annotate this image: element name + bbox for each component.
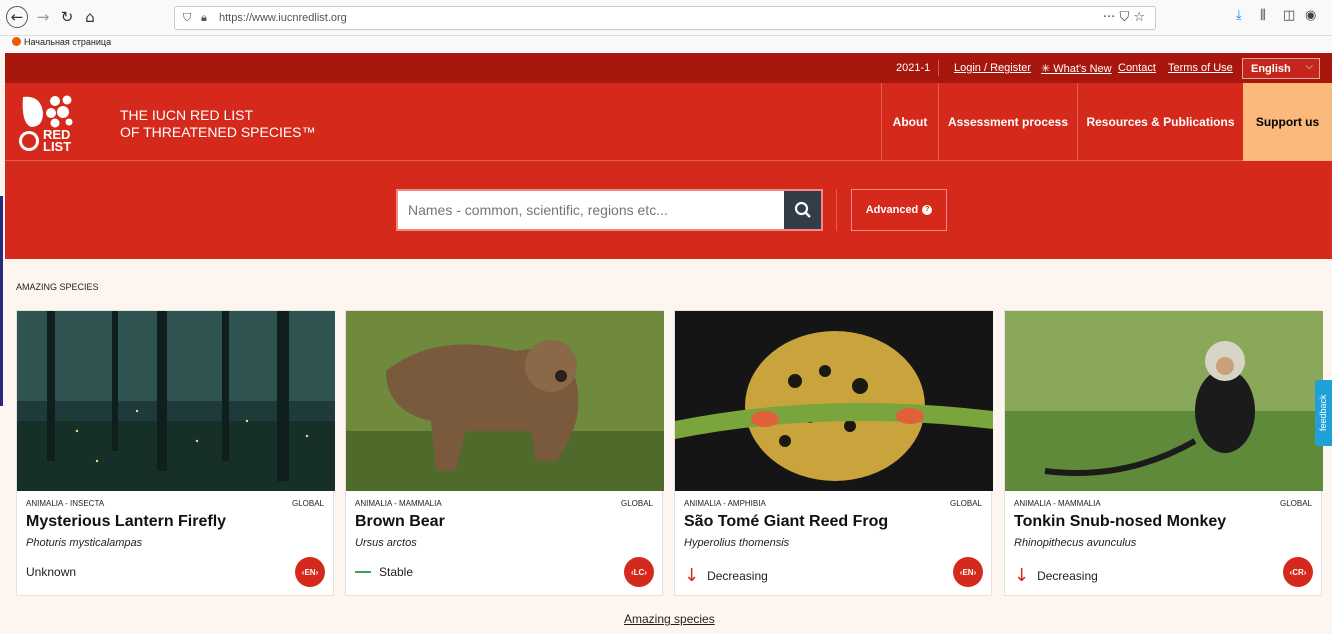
bookmark-home[interactable]: Начальная страница xyxy=(12,37,111,47)
population-trend: Unknown xyxy=(26,565,76,579)
nav-assessment-process[interactable]: Assessment process xyxy=(938,83,1077,161)
utility-bar: 2021-1 Login / Register ✳ What's New Con… xyxy=(5,53,1332,83)
decreasing-arrow-icon: ↓ xyxy=(684,565,700,586)
stable-trend-icon xyxy=(355,571,371,573)
divider xyxy=(836,189,837,231)
population-trend: Stable xyxy=(355,565,413,579)
decreasing-arrow-icon: ↓ xyxy=(1014,565,1030,586)
trend-label: Decreasing xyxy=(707,568,768,583)
taxonomy-row: ANIMALIA - AMPHIBIA GLOBAL xyxy=(684,499,982,508)
status-badge[interactable]: ‹ EN › xyxy=(953,557,983,587)
status-badge[interactable]: ‹ LC › xyxy=(624,557,654,587)
search-input[interactable] xyxy=(398,191,784,229)
url-bar[interactable]: ⛉ 🔒︎ https://www.iucnredlist.org ··· ⛉ ☆ xyxy=(174,6,1156,30)
common-name[interactable]: São Tomé Giant Reed Frog xyxy=(684,513,888,531)
taxonomy-row: ANIMALIA - MAMMALIA GLOBAL xyxy=(1014,499,1312,508)
amazing-species-link[interactable]: Amazing species xyxy=(624,612,715,626)
url-text: https://www.iucnredlist.org xyxy=(219,12,347,24)
search-button[interactable] xyxy=(784,191,821,229)
common-name[interactable]: Tonkin Snub-nosed Monkey xyxy=(1014,513,1226,531)
species-card-snub-nosed-monkey[interactable]: ANIMALIA - MAMMALIA GLOBAL Tonkin Snub-no… xyxy=(1004,310,1323,596)
taxonomy-row: ANIMALIA - INSECTA GLOBAL xyxy=(26,499,324,508)
page-edge-stripe xyxy=(0,196,3,406)
scientific-name: Ursus arctos xyxy=(355,537,417,549)
browser-toolbar: ← → ↻ ⌂ ⛉ 🔒︎ https://www.iucnredlist.org… xyxy=(0,0,1332,36)
home-icon[interactable]: ⌂ xyxy=(80,7,100,27)
scientific-name: Photuris mysticalampas xyxy=(26,537,143,549)
firefly-forest-photo xyxy=(17,311,335,491)
title-line-2: OF THREATENED SPECIES™ xyxy=(120,124,316,140)
advanced-label: Advanced xyxy=(865,204,919,216)
account-icon[interactable]: ◉ xyxy=(1305,8,1316,23)
population-trend: ↓ Decreasing xyxy=(684,565,768,586)
search-icon xyxy=(794,201,811,218)
scope: GLOBAL xyxy=(620,499,653,508)
site-title[interactable]: THE IUCN RED LIST OF THREATENED SPECIES™ xyxy=(120,107,316,141)
taxonomy: ANIMALIA - MAMMALIA xyxy=(1014,499,1101,508)
status-code: LC xyxy=(633,567,645,577)
taxonomy-row: ANIMALIA - MAMMALIA GLOBAL xyxy=(355,499,653,508)
species-card-firefly[interactable]: ANIMALIA - INSECTA GLOBAL Mysterious Lant… xyxy=(16,310,335,596)
brown-bear-photo xyxy=(346,311,664,491)
iucn-red-list-logo[interactable]: RED LIST xyxy=(17,93,87,153)
advanced-search-button[interactable]: Advanced? xyxy=(851,189,947,231)
section-title: AMAZING SPECIES xyxy=(16,282,99,292)
nav-support-us[interactable]: Support us xyxy=(1243,83,1332,161)
help-icon: ? xyxy=(922,205,933,215)
reload-icon[interactable]: ↻ xyxy=(57,7,77,27)
trend-label: Decreasing xyxy=(1037,568,1098,583)
status-code: CR xyxy=(1292,567,1304,577)
title-line-1: THE IUCN RED LIST xyxy=(120,107,254,123)
svg-text:LIST: LIST xyxy=(43,139,71,153)
site-header: RED LIST THE IUCN RED LIST OF THREATENED… xyxy=(5,83,1332,161)
shield-icon[interactable]: ⛉ xyxy=(183,11,191,25)
login-link[interactable]: Login / Register xyxy=(954,62,1031,74)
status-code: EN xyxy=(304,567,316,577)
search-hero: Advanced? xyxy=(5,161,1332,259)
nav-about[interactable]: About xyxy=(881,83,938,161)
reed-frog-photo xyxy=(675,311,993,491)
taxonomy: ANIMALIA - INSECTA xyxy=(26,499,105,508)
language-select[interactable]: English ⌵ xyxy=(1242,58,1320,79)
trend-label: Unknown xyxy=(26,565,77,579)
scope: GLOBAL xyxy=(949,499,982,508)
taxonomy: ANIMALIA - AMPHIBIA xyxy=(684,499,766,508)
sidebar-icon[interactable]: ◫ xyxy=(1283,8,1295,23)
forward-icon[interactable]: → xyxy=(33,7,53,27)
scientific-name: Rhinopithecus avunculus xyxy=(1014,537,1137,549)
bookmark-label: Начальная страница xyxy=(24,37,112,47)
version-year: 2021-1 xyxy=(896,62,931,74)
whats-new-link[interactable]: ✳ What's New xyxy=(1041,62,1112,75)
status-badge[interactable]: ‹ CR › xyxy=(1283,557,1313,587)
snub-nosed-monkey-photo xyxy=(1005,311,1323,491)
divider xyxy=(938,60,939,76)
back-icon[interactable]: ← xyxy=(6,6,28,28)
scope: GLOBAL xyxy=(291,499,324,508)
library-icon[interactable]: ⫼ xyxy=(1260,8,1266,23)
page-actions[interactable]: ··· ⛉ ☆ xyxy=(1103,10,1145,25)
status-badge[interactable]: ‹ EN › xyxy=(295,557,325,587)
bookmarks-bar: Начальная страница xyxy=(0,36,1332,53)
trend-label: Stable xyxy=(379,565,414,579)
download-icon[interactable]: ⤓ xyxy=(1236,8,1242,23)
terms-link[interactable]: Terms of Use xyxy=(1168,62,1233,74)
common-name[interactable]: Brown Bear xyxy=(355,513,445,531)
nav-resources-publications[interactable]: Resources & Publications xyxy=(1077,83,1243,161)
scope: GLOBAL xyxy=(1279,499,1312,508)
species-card-brown-bear[interactable]: ANIMALIA - MAMMALIA GLOBAL Brown Bear Urs… xyxy=(345,310,664,596)
scientific-name: Hyperolius thomensis xyxy=(684,537,790,549)
lock-icon[interactable]: 🔒︎ xyxy=(201,11,207,25)
language-value: English xyxy=(1251,63,1291,75)
taxonomy: ANIMALIA - MAMMALIA xyxy=(355,499,442,508)
species-card-reed-frog[interactable]: ANIMALIA - AMPHIBIA GLOBAL São Tomé Giant… xyxy=(674,310,993,596)
population-trend: ↓ Decreasing xyxy=(1014,565,1098,586)
status-code: EN xyxy=(962,567,974,577)
common-name[interactable]: Mysterious Lantern Firefly xyxy=(26,513,226,531)
feedback-tab[interactable]: feedback xyxy=(1315,380,1332,446)
firefox-icon xyxy=(12,37,21,46)
search-box xyxy=(396,189,823,231)
contact-link[interactable]: Contact xyxy=(1118,62,1156,74)
chevron-down-icon: ⌵ xyxy=(1305,61,1313,72)
